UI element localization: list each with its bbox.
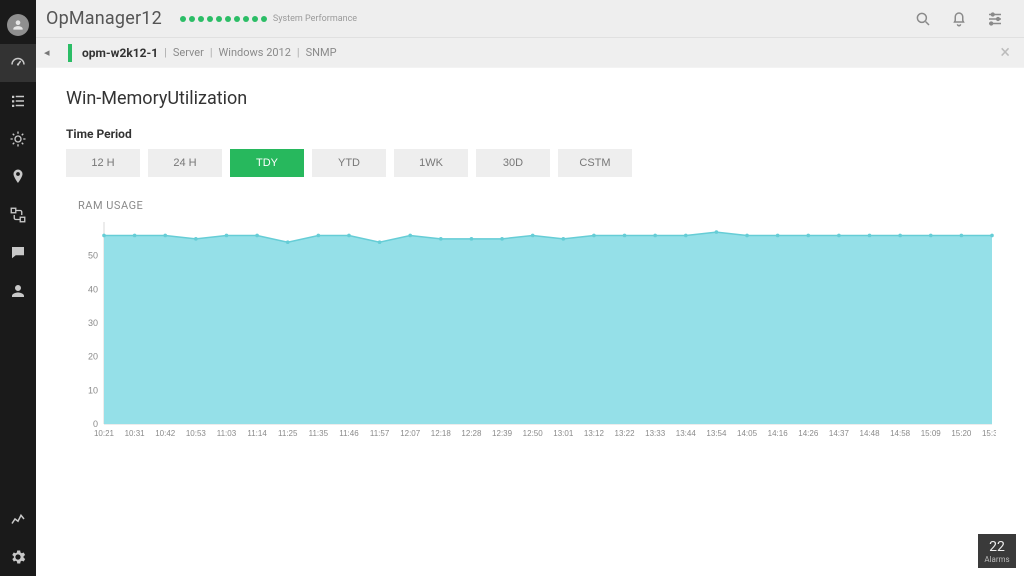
time-period-row: 12 H 24 H TDY YTD 1WK 30D CSTM xyxy=(66,149,1004,177)
period-button-ytd[interactable]: YTD xyxy=(312,149,386,177)
svg-text:20: 20 xyxy=(88,352,98,362)
period-button-cstm[interactable]: CSTM xyxy=(558,149,632,177)
network-icon[interactable] xyxy=(0,196,36,234)
alarm-label: Alarms xyxy=(984,555,1009,564)
system-performance-indicator xyxy=(180,16,267,22)
svg-text:14:48: 14:48 xyxy=(860,429,881,438)
svg-text:12:07: 12:07 xyxy=(400,429,421,438)
svg-text:10:21: 10:21 xyxy=(94,429,115,438)
svg-text:10:42: 10:42 xyxy=(155,429,176,438)
svg-text:14:37: 14:37 xyxy=(829,429,850,438)
reports-icon[interactable] xyxy=(0,500,36,538)
svg-text:12:28: 12:28 xyxy=(461,429,482,438)
svg-text:14:58: 14:58 xyxy=(890,429,911,438)
svg-text:30: 30 xyxy=(88,318,98,328)
svg-text:0: 0 xyxy=(93,419,98,429)
breadcrumb-bar: ◂ opm-w2k12-1 | Server | Windows 2012 | … xyxy=(36,38,1024,68)
svg-text:40: 40 xyxy=(88,284,98,294)
settings-icon[interactable] xyxy=(0,538,36,576)
search-icon[interactable] xyxy=(908,4,938,34)
brand-label: OpManager12 xyxy=(46,8,162,29)
breadcrumb-os: Windows 2012 xyxy=(219,46,291,59)
breadcrumb-back-icon[interactable]: ◂ xyxy=(44,46,58,59)
svg-text:11:46: 11:46 xyxy=(339,429,359,438)
avatar-icon[interactable] xyxy=(0,6,36,44)
dashboard-icon[interactable] xyxy=(0,44,36,82)
period-button-30d[interactable]: 30D xyxy=(476,149,550,177)
ram-usage-chart: 0 10 20 30 40 50 10:21 10:31 10:42 10:53 11:03 11:1… xyxy=(66,218,1004,448)
svg-text:15:30: 15:30 xyxy=(982,429,996,438)
period-button-1wk[interactable]: 1WK xyxy=(394,149,468,177)
svg-text:13:54: 13:54 xyxy=(706,429,727,438)
svg-text:10:53: 10:53 xyxy=(186,429,207,438)
svg-text:13:33: 13:33 xyxy=(645,429,666,438)
svg-text:12:50: 12:50 xyxy=(523,429,544,438)
svg-text:12:18: 12:18 xyxy=(431,429,452,438)
alarm-counter[interactable]: 22 Alarms xyxy=(978,534,1016,568)
svg-text:13:22: 13:22 xyxy=(615,429,636,438)
chart-title: RAM USAGE xyxy=(78,199,1004,212)
svg-text:13:44: 13:44 xyxy=(676,429,697,438)
period-button-12h[interactable]: 12 H xyxy=(66,149,140,177)
svg-text:11:25: 11:25 xyxy=(278,429,298,438)
svg-text:11:57: 11:57 xyxy=(370,429,390,438)
period-button-tdy[interactable]: TDY xyxy=(230,149,304,177)
time-period-label: Time Period xyxy=(66,127,1004,141)
svg-text:10:31: 10:31 xyxy=(125,429,146,438)
svg-text:14:05: 14:05 xyxy=(737,429,758,438)
svg-text:15:09: 15:09 xyxy=(921,429,942,438)
svg-text:14:16: 14:16 xyxy=(768,429,789,438)
svg-text:13:01: 13:01 xyxy=(553,429,574,438)
alerts-icon[interactable] xyxy=(0,120,36,158)
user-icon[interactable] xyxy=(0,272,36,310)
bell-icon[interactable] xyxy=(944,4,974,34)
location-icon[interactable] xyxy=(0,158,36,196)
left-nav-sidebar xyxy=(0,0,36,576)
svg-text:50: 50 xyxy=(88,251,98,261)
breadcrumb-stripe xyxy=(68,44,72,62)
svg-text:11:14: 11:14 xyxy=(247,429,267,438)
svg-text:14:26: 14:26 xyxy=(798,429,819,438)
top-header: OpManager12 System Performance xyxy=(36,0,1024,38)
system-performance-label: System Performance xyxy=(273,14,357,24)
close-icon[interactable]: × xyxy=(1000,42,1010,63)
breadcrumb-proto: SNMP xyxy=(306,46,337,59)
sliders-icon[interactable] xyxy=(980,4,1010,34)
svg-text:11:03: 11:03 xyxy=(217,429,237,438)
svg-text:12:39: 12:39 xyxy=(492,429,513,438)
svg-text:10: 10 xyxy=(88,385,98,395)
breadcrumb-type: Server xyxy=(173,46,204,59)
chat-icon[interactable] xyxy=(0,234,36,272)
svg-text:11:35: 11:35 xyxy=(309,429,329,438)
svg-text:13:12: 13:12 xyxy=(584,429,605,438)
period-button-24h[interactable]: 24 H xyxy=(148,149,222,177)
breadcrumb-host: opm-w2k12-1 xyxy=(82,46,158,60)
svg-text:15:20: 15:20 xyxy=(951,429,972,438)
page-title: Win-MemoryUtilization xyxy=(66,88,1004,109)
list-icon[interactable] xyxy=(0,82,36,120)
alarm-count: 22 xyxy=(989,539,1005,555)
